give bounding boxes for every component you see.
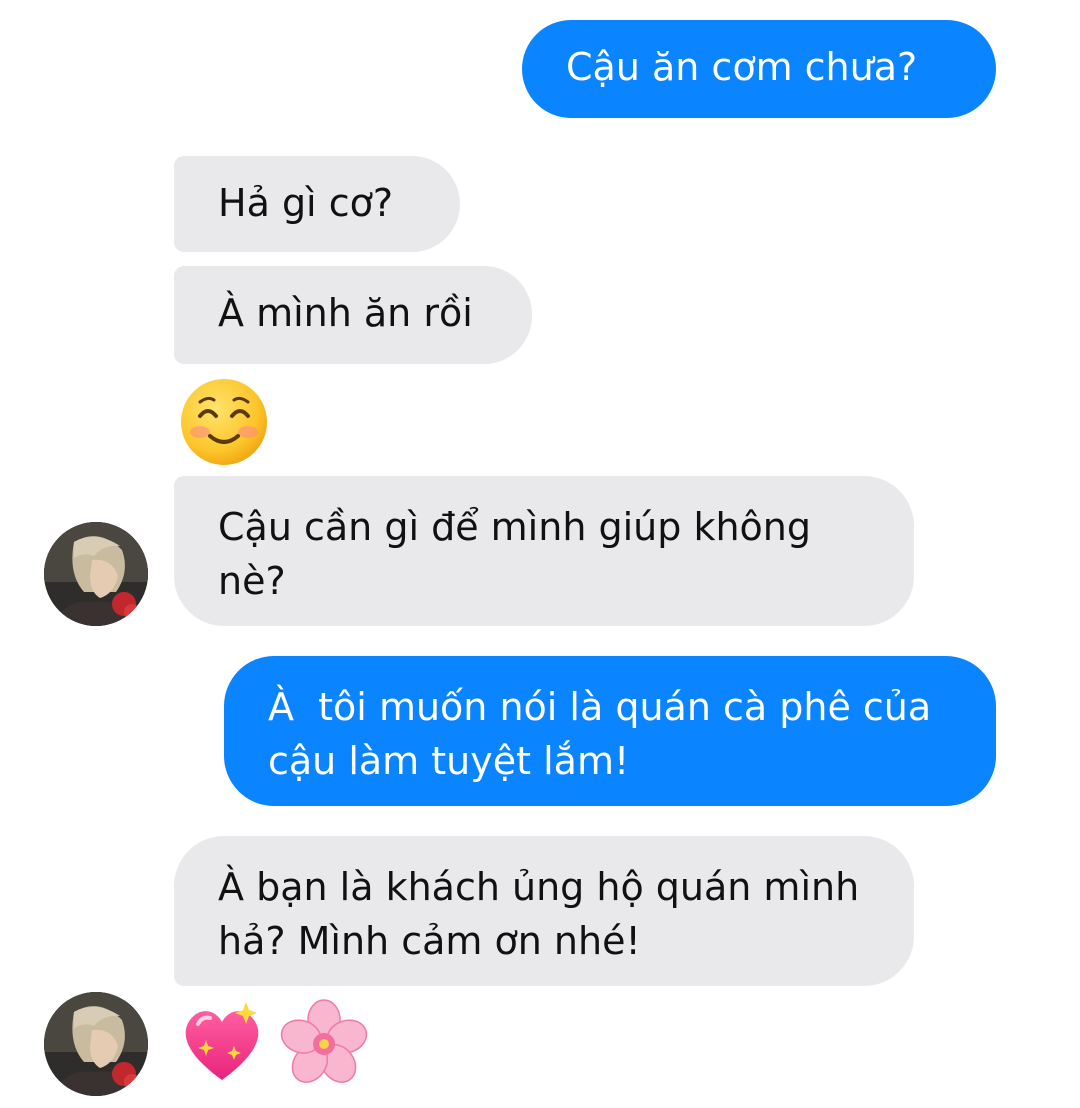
contact-avatar[interactable] (44, 992, 148, 1096)
incoming-message[interactable]: À mình ăn rồi (174, 266, 532, 364)
chat-thread: Cậu ăn cơm chưa? Hả gì cơ? À mình ăn rồi (0, 0, 1080, 1108)
outgoing-message[interactable]: À tôi muốn nói là quán cà phê của cậu là… (224, 656, 996, 806)
incoming-message[interactable]: Cậu cần gì để mình giúp không nè? (174, 476, 914, 626)
outgoing-message[interactable]: Cậu ăn cơm chưa? (522, 20, 996, 118)
incoming-message[interactable]: À bạn là khách ủng hộ quán mình hả? Mình… (174, 836, 914, 986)
contact-avatar[interactable] (44, 522, 148, 626)
sparkling-heart-emoji[interactable] (176, 996, 268, 1088)
cherry-blossom-emoji[interactable] (278, 998, 370, 1090)
incoming-message[interactable]: Hả gì cơ? (174, 156, 460, 252)
smiling-face-emoji[interactable] (178, 376, 270, 468)
